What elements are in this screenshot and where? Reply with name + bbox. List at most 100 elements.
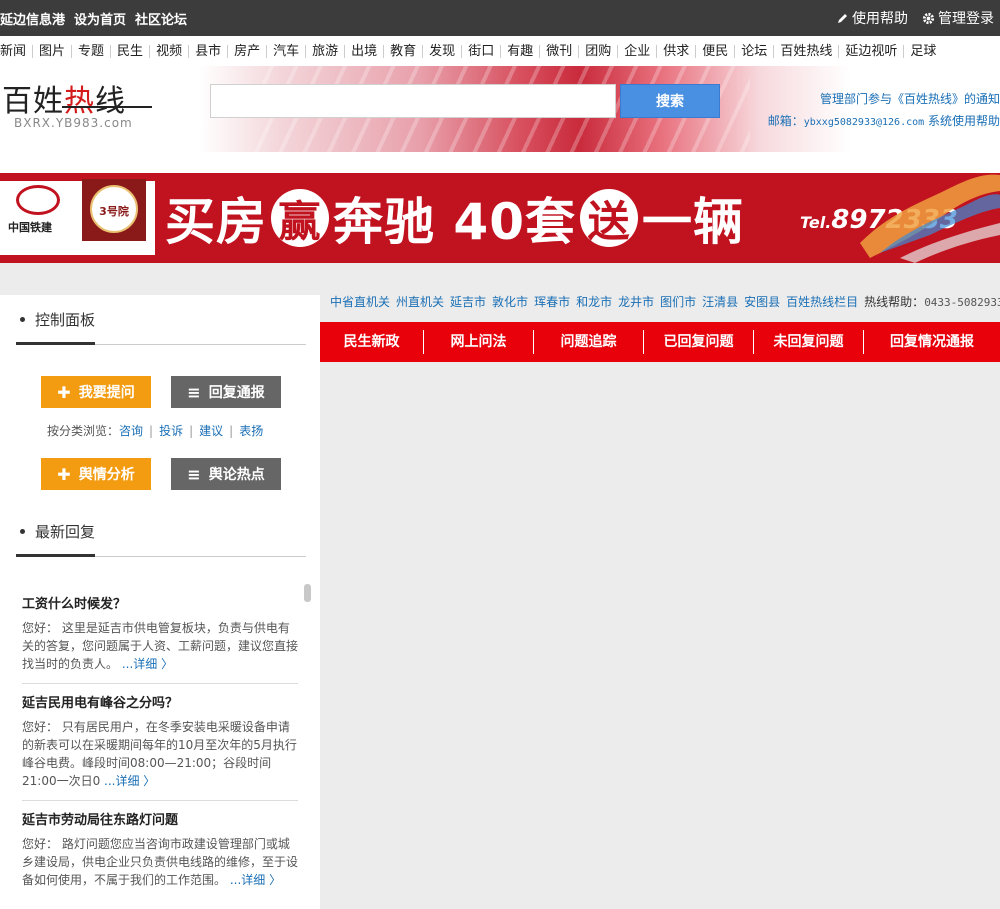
nav-item[interactable]: 供求 xyxy=(656,44,695,58)
reply-more-link[interactable]: ...详细 〉 xyxy=(122,657,173,671)
nav-item[interactable]: 街口 xyxy=(461,44,500,58)
nav-item[interactable]: 足球 xyxy=(903,44,942,58)
left-sidebar: 控制面板 ✚ 我要提问 ≡ 回复通报 按分类浏览：咨询 | 投诉 | 建议 | 表扬 ✚ 舆情分析… xyxy=(0,295,320,909)
opinion-analysis-button[interactable]: ✚ 舆情分析 xyxy=(41,458,151,490)
nav-item[interactable]: 便民 xyxy=(695,44,734,58)
nav-item[interactable]: 论坛 xyxy=(734,44,773,58)
reply-report-button[interactable]: ≡ 回复通报 xyxy=(171,376,281,408)
search-input[interactable] xyxy=(210,84,616,118)
reply-item[interactable]: 工资什么时候发？ 您好： 这里是延吉市供电管复板块，负责与供电有关的答复，您问题… xyxy=(22,585,298,684)
county-link[interactable]: 图们市 xyxy=(660,293,696,310)
hotline-phone: 0433-5082933 xyxy=(924,295,1000,309)
ask-question-button[interactable]: ✚ 我要提问 xyxy=(41,376,151,408)
county-link[interactable]: 安图县 xyxy=(744,293,780,310)
nav-item[interactable]: 有趣 xyxy=(500,44,539,58)
plus-icon: ✚ xyxy=(57,382,71,402)
top-bar: 延边信息港 设为首页 社区论坛 使用帮助 管理登录 xyxy=(0,0,1000,36)
help-link[interactable]: 使用帮助 xyxy=(837,8,908,28)
nav-item[interactable]: 新闻 xyxy=(0,45,32,58)
category-consult[interactable]: 咨询 xyxy=(119,424,143,438)
nav-item[interactable]: 发现 xyxy=(422,44,461,58)
nav-item[interactable]: 教育 xyxy=(383,44,422,58)
tab-item[interactable]: 问题追踪 xyxy=(534,330,644,354)
reply-item[interactable]: 延吉市劳动局往东路灯问题 您好： 路灯问题您应当咨询市政建设管理部门或城乡建设局… xyxy=(22,801,298,899)
top-link-portal[interactable]: 延边信息港 xyxy=(0,9,65,28)
header-notice: 管理部门参与《百姓热线》的通知 邮箱：ybxxg5082933@126.com … xyxy=(768,88,1000,134)
tab-item[interactable]: 已回复问题 xyxy=(644,330,754,354)
list-icon: ≡ xyxy=(187,382,201,402)
reply-item[interactable]: 延吉民用电有峰谷之分吗？ 您好： 只有居民用户，在冬季安装电采暖设备申请的新表可… xyxy=(22,684,298,801)
reply-more-link[interactable]: ...详细 〉 xyxy=(230,873,281,887)
usage-help-link[interactable]: 系统使用帮助 xyxy=(928,114,1000,128)
pencil-icon xyxy=(838,14,847,23)
banner-slogan: 买房赢奔驰 40套送一辆 xyxy=(165,187,744,251)
notice-link[interactable]: 管理部门参与《百姓热线》的通知 xyxy=(768,88,1000,110)
logo-domain: BXRX.YB983.com xyxy=(14,116,133,130)
reply-body: 您好： 路灯问题您应当咨询市政建设管理部门或城乡建设局，供电企业只负责供电线路的… xyxy=(22,837,299,887)
reply-title[interactable]: 延吉民用电有峰谷之分吗？ xyxy=(22,692,298,711)
control-panel-header: 控制面板 xyxy=(16,295,306,345)
top-link-forum[interactable]: 社区论坛 xyxy=(135,9,187,28)
nav-item[interactable]: 专题 xyxy=(71,44,110,58)
nav-item[interactable]: 团购 xyxy=(578,44,617,58)
help-label: 使用帮助 xyxy=(852,11,908,27)
nav-item[interactable]: 汽车 xyxy=(266,44,305,58)
latest-replies-header: 最新回复 xyxy=(16,507,306,557)
nav-item[interactable]: 微刊 xyxy=(539,44,578,58)
replies-scrollbar[interactable] xyxy=(304,584,311,602)
ribbon-decoration xyxy=(860,174,1000,263)
bullet-icon xyxy=(20,529,25,534)
top-links: 延边信息港 设为首页 社区论坛 xyxy=(0,0,196,36)
admin-login-link[interactable]: 管理登录 xyxy=(922,8,994,28)
reply-more-link[interactable]: ...详细 〉 xyxy=(104,774,155,788)
county-link[interactable]: 延吉市 xyxy=(450,293,486,310)
nav-item[interactable]: 民生 xyxy=(110,44,149,58)
reply-title[interactable]: 延吉市劳动局往东路灯问题 xyxy=(22,809,298,828)
crcc-logo: 中国铁建 xyxy=(8,185,72,235)
county-links: 中省直机关 州直机关 延吉市 敦化市 珲春市 和龙市 龙井市 图们市 汪清县 安图县 百姓热线栏目热… xyxy=(330,290,1000,312)
county-link[interactable]: 汪清县 xyxy=(702,293,738,310)
top-link-homepage[interactable]: 设为首页 xyxy=(74,9,126,28)
admin-label: 管理登录 xyxy=(938,11,994,27)
category-suggestion[interactable]: 建议 xyxy=(199,424,223,438)
county-link[interactable]: 和龙市 xyxy=(576,293,612,310)
reply-body: 您好： 只有居民用户，在冬季安装电采暖设备申请的新表可以在采暖期间每年的10月至… xyxy=(22,720,297,788)
mail-address[interactable]: ybxxg5082933@126.com xyxy=(804,117,924,128)
reply-title[interactable]: 工资什么时候发？ xyxy=(22,593,298,612)
category-complaint[interactable]: 投诉 xyxy=(159,424,183,438)
tab-item[interactable]: 回复情况通报 xyxy=(864,330,1000,354)
tab-item[interactable]: 未回复问题 xyxy=(754,330,864,354)
nav-item[interactable]: 视频 xyxy=(149,44,188,58)
nav-item[interactable]: 县市 xyxy=(188,44,227,58)
site-logo[interactable]: 百姓热线 BXRX.YB983.com xyxy=(2,76,152,130)
county-link[interactable]: 珲春市 xyxy=(534,293,570,310)
county-link[interactable]: 州直机关 xyxy=(396,293,444,310)
bullet-icon xyxy=(20,317,25,322)
tab-item[interactable]: 民生新政 xyxy=(320,330,424,354)
nav-item[interactable]: 百姓热线 xyxy=(773,44,838,58)
county-link[interactable]: 中省直机关 xyxy=(330,293,390,310)
nav-item[interactable]: 出境 xyxy=(344,44,383,58)
county-link[interactable]: 敦化市 xyxy=(492,293,528,310)
ad-banner[interactable]: 中国铁建 3号院 买房赢奔驰 40套送一辆 Tel.8972333 xyxy=(0,173,1000,263)
nav-item[interactable]: 旅游 xyxy=(305,44,344,58)
gear-icon xyxy=(922,12,935,24)
category-praise[interactable]: 表扬 xyxy=(239,424,263,438)
county-link[interactable]: 龙井市 xyxy=(618,293,654,310)
nav-item[interactable]: 图片 xyxy=(32,44,71,58)
logo-text: 百姓热线 xyxy=(2,84,126,119)
tab-item[interactable]: 网上问法 xyxy=(424,330,534,354)
latest-replies-list: 工资什么时候发？ 您好： 这里是延吉市供电管复板块，负责与供电有关的答复，您问题… xyxy=(22,585,298,899)
nav-item[interactable]: 企业 xyxy=(617,44,656,58)
main-nav: 新闻 图片 专题 民生 视频 县市 房产 汽车 旅游 出境 教育 发现 街口 有趣 微刊 团购 企业 供求 便民 论坛… xyxy=(0,36,1000,66)
top-right: 使用帮助 管理登录 xyxy=(823,0,994,36)
logo-underline xyxy=(62,106,152,108)
header: 百姓热线 BXRX.YB983.com 搜索 管理部门参与《百姓热线》的通知 邮… xyxy=(0,66,1000,152)
search-button[interactable]: 搜索 xyxy=(620,84,720,118)
nav-item[interactable]: 房产 xyxy=(227,44,266,58)
nav-item[interactable]: 延边视听 xyxy=(838,44,903,58)
opinion-hotspot-button[interactable]: ≡ 舆论热点 xyxy=(171,458,281,490)
county-link[interactable]: 百姓热线栏目 xyxy=(786,293,858,310)
control-panel-title: 控制面板 xyxy=(35,311,96,329)
mail-line: 邮箱：ybxxg5082933@126.com 系统使用帮助 xyxy=(767,114,1000,128)
